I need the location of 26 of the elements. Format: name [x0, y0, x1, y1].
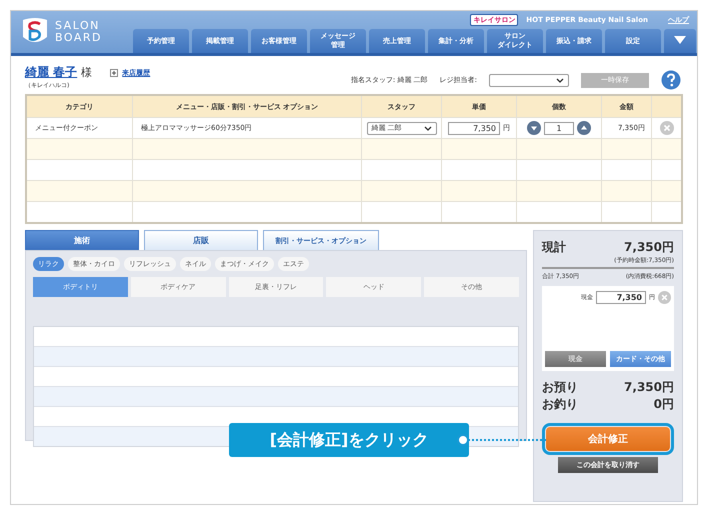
callout-label: [会計修正]をクリック: [229, 423, 469, 457]
chevron-icon: [424, 126, 432, 130]
brand-text: BOARD: [55, 32, 102, 44]
tab[interactable]: 施術: [25, 230, 139, 250]
honorific: 様: [81, 65, 92, 80]
total-amount: 7,350円: [624, 239, 674, 256]
quantity-field[interactable]: 1: [544, 122, 574, 134]
decrease-icon[interactable]: [527, 121, 541, 135]
brand-text: SALON: [55, 20, 101, 32]
change-amount: 0円: [654, 396, 674, 413]
increase-icon[interactable]: [577, 121, 591, 135]
change-label: お釣り: [542, 396, 578, 413]
deposit-amount: 7,350円: [624, 379, 674, 396]
expand-icon: [110, 68, 118, 76]
customer-name[interactable]: 綺麗 春子: [25, 64, 78, 81]
total-label: 現計: [542, 239, 566, 256]
help-icon[interactable]: [661, 70, 681, 90]
chevron-icon: [556, 78, 564, 82]
deposit-label: お預り: [542, 379, 578, 396]
fix-payment-button[interactable]: 会計修正: [546, 427, 670, 451]
caret-icon: [674, 36, 686, 44]
price-field[interactable]: 7,350: [448, 122, 500, 134]
tab[interactable]: 店販: [144, 230, 258, 250]
more-button[interactable]: [664, 29, 696, 53]
cashier-select[interactable]: [489, 74, 569, 86]
cash-field[interactable]: 7,350: [596, 291, 646, 304]
